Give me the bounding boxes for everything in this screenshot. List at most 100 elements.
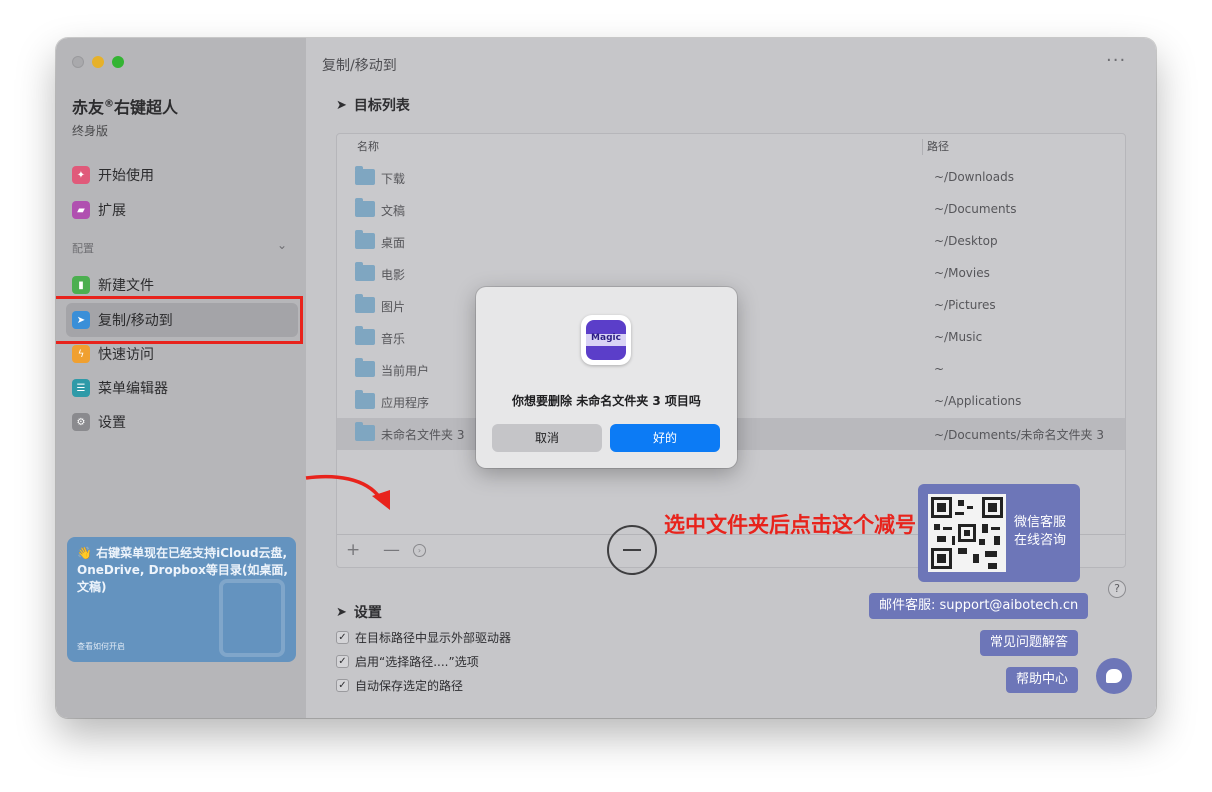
setting-show-external-drives[interactable]: ✓ 在目标路径中显示外部驱动器 (336, 629, 511, 646)
column-header-name[interactable]: 名称 (357, 134, 379, 160)
sidebar-item-label: 新建文件 (98, 278, 154, 294)
folder-icon (355, 262, 375, 281)
annotation-text: 选中文件夹后点击这个减号 (664, 513, 916, 537)
sidebar-item-getting-started[interactable]: ✦ 开始使用 (72, 164, 154, 186)
delete-confirm-dialog: Magic 你想要删除 未命名文件夹 3 项目吗 取消 好的 (476, 287, 737, 468)
row-path: ~/Documents/未命名文件夹 3 (934, 428, 1105, 442)
setting-enable-choose-path[interactable]: ✓ 启用“选择路径....”选项 (336, 653, 479, 670)
remove-button[interactable]: — (383, 540, 400, 560)
add-button[interactable]: + (346, 540, 360, 560)
row-path: ~/Pictures (934, 298, 996, 312)
annotation-circle (607, 525, 657, 575)
row-name: 文稿 (381, 204, 406, 218)
setting-label: 自动保存选定的路径 (355, 679, 464, 693)
folder-icon (355, 166, 375, 185)
row-path: ~/Desktop (934, 234, 998, 248)
row-name: 下载 (381, 172, 406, 186)
row-path: ~/Music (934, 330, 983, 344)
window-close-button[interactable] (72, 56, 84, 68)
row-name: 桌面 (381, 236, 406, 250)
list-icon: ☰ (72, 379, 90, 397)
sidebar-item-menu-editor[interactable]: ☰ 菜单编辑器 (72, 377, 168, 399)
info-icon[interactable]: › (413, 544, 426, 557)
faq-button[interactable]: 常见问题解答 (980, 630, 1079, 656)
sidebar-item-settings[interactable]: ⚙ 设置 (72, 411, 126, 433)
chat-bubble-icon (1106, 669, 1122, 683)
promo-link[interactable]: 查看如何开启 (77, 641, 125, 652)
table-row[interactable]: 文稿 ~/Documents (337, 194, 1125, 226)
send-icon: ➤ (336, 97, 347, 113)
app-icon: Magic (581, 315, 631, 365)
column-divider (922, 139, 923, 155)
table-row[interactable]: 桌面 ~/Desktop (337, 226, 1125, 258)
row-path: ~/Applications (934, 394, 1022, 408)
promo-text: 👋 右键菜单现在已经支持iCloud云盘, OneDrive, Dropbox等… (77, 546, 288, 594)
sidebar-item-extensions[interactable]: ▰ 扩展 (72, 199, 126, 221)
more-options-icon[interactable]: ··· (1106, 50, 1126, 71)
setting-label: 启用“选择路径....”选项 (355, 655, 479, 669)
checkbox[interactable]: ✓ (336, 679, 349, 692)
setting-auto-save-path[interactable]: ✓ 自动保存选定的路径 (336, 677, 463, 694)
row-name: 应用程序 (381, 396, 430, 410)
page-title: 复制/移动到 (322, 58, 397, 74)
lightning-icon: ϟ (72, 345, 90, 363)
registered-mark: ® (104, 98, 115, 110)
folder-icon (355, 422, 375, 441)
folder-icon (355, 390, 375, 409)
sidebar-item-label: 扩展 (98, 203, 126, 219)
app-edition: 终身版 (72, 124, 109, 138)
settings-heading: ➤ 设置 (336, 602, 382, 622)
qr-caption-line2: 在线咨询 (1014, 533, 1067, 548)
help-question-icon[interactable]: ? (1108, 580, 1126, 598)
target-list-heading: ➤ 目标列表 (336, 95, 410, 115)
settings-title: 设置 (353, 605, 382, 621)
row-path: ~ (934, 362, 945, 376)
target-list-title: 目标列表 (353, 98, 410, 114)
sidebar: 赤友®右键超人 终身版 ✦ 开始使用 ▰ 扩展 配置 ⌄ ▮ 新建文件 ➤ 复制… (56, 38, 306, 718)
new-file-icon: ▮ (72, 276, 90, 294)
cancel-button[interactable]: 取消 (492, 424, 602, 452)
send-icon: ➤ (336, 604, 347, 620)
promo-card[interactable]: 👋 右键菜单现在已经支持iCloud云盘, OneDrive, Dropbox等… (67, 537, 296, 662)
qr-caption: 微信客服 在线咨询 (1014, 514, 1066, 550)
email-support-button[interactable]: 邮件客服: support@aibotech.cn (869, 593, 1089, 619)
folder-icon (355, 358, 375, 377)
table-row[interactable]: 下载 ~/Downloads (337, 162, 1125, 194)
row-name: 音乐 (381, 332, 406, 346)
row-name: 图片 (381, 300, 406, 314)
sidebar-item-label: 开始使用 (98, 168, 154, 184)
row-path: ~/Movies (934, 266, 990, 280)
folder-icon (355, 198, 375, 217)
sidebar-item-label: 设置 (98, 415, 126, 431)
column-header-path[interactable]: 路径 (927, 134, 949, 160)
dialog-message: 你想要删除 未命名文件夹 3 项目吗 (512, 394, 701, 408)
app-name: 赤友®右键超人 (72, 94, 178, 118)
setting-label: 在目标路径中显示外部驱动器 (355, 631, 512, 645)
row-path: ~/Documents (934, 202, 1017, 216)
row-path: ~/Downloads (934, 170, 1014, 184)
window-maximize-button[interactable] (112, 56, 124, 68)
sidebar-item-label: 快速访问 (98, 347, 154, 363)
folder-icon (355, 230, 375, 249)
qr-code (928, 494, 1006, 572)
lightbulb-icon: ✦ (72, 166, 90, 184)
chevron-down-icon[interactable]: ⌄ (277, 238, 287, 252)
ok-button[interactable]: 好的 (610, 424, 720, 452)
chat-button[interactable] (1096, 658, 1132, 694)
checkbox[interactable]: ✓ (336, 655, 349, 668)
row-name: 当前用户 (381, 364, 430, 378)
extension-icon: ▰ (72, 201, 90, 219)
row-name: 未命名文件夹 3 (381, 428, 465, 442)
gear-icon: ⚙ (72, 413, 90, 431)
table-row[interactable]: 电影 ~/Movies (337, 258, 1125, 290)
sidebar-item-quick-access[interactable]: ϟ 快速访问 (72, 343, 154, 365)
checkbox[interactable]: ✓ (336, 631, 349, 644)
qr-caption-line1: 微信客服 (1014, 515, 1067, 530)
sidebar-item-new-file[interactable]: ▮ 新建文件 (72, 274, 154, 296)
app-name-prefix: 赤友 (72, 98, 105, 117)
window-minimize-button[interactable] (92, 56, 104, 68)
help-center-button[interactable]: 帮助中心 (1006, 667, 1079, 693)
sidebar-section-config: 配置 (72, 242, 94, 255)
wechat-support-card[interactable]: 微信客服 在线咨询 (918, 484, 1080, 582)
row-name: 电影 (381, 268, 406, 282)
